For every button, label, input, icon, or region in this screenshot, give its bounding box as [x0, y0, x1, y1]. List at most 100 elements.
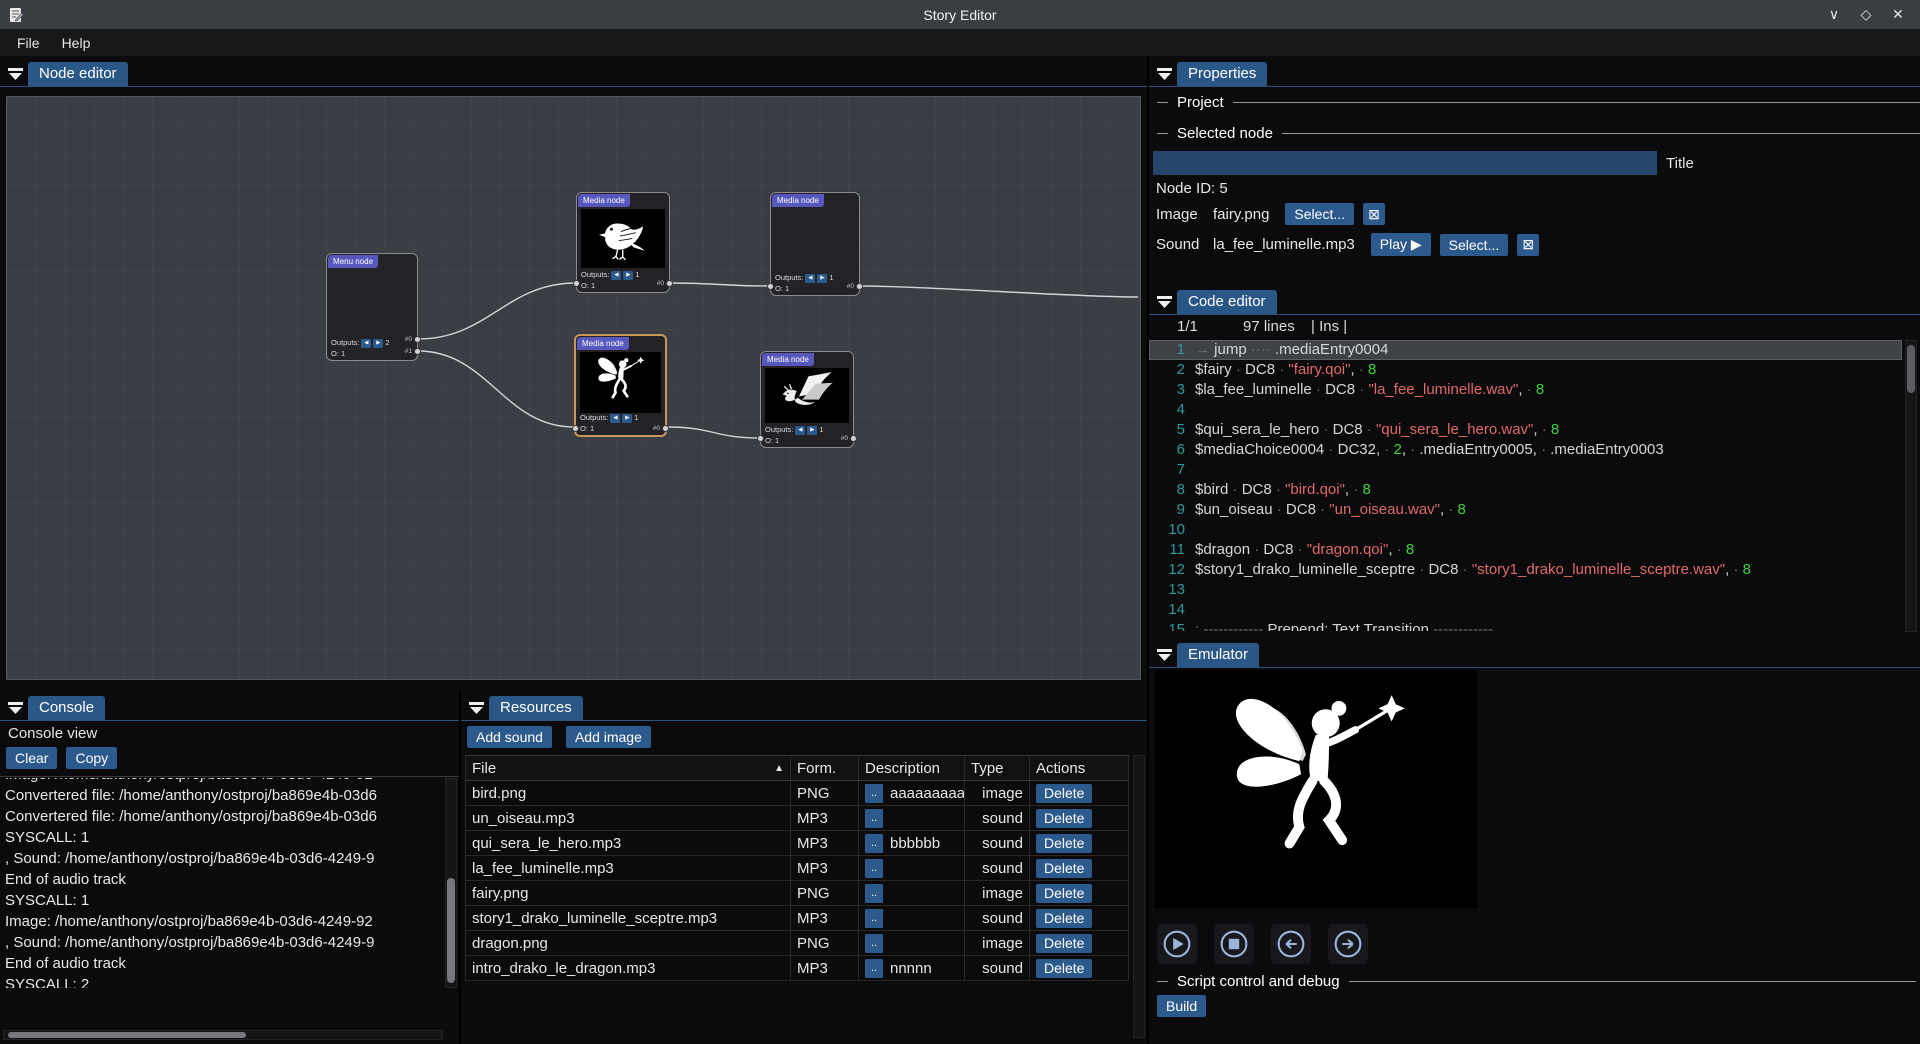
output-port[interactable] — [666, 280, 673, 287]
clear-sound-button[interactable]: ⊠ — [1517, 234, 1539, 256]
menu-help[interactable]: Help — [51, 32, 102, 54]
table-row[interactable]: dragon.pngPNG..imageDelete — [465, 931, 1129, 956]
code-line[interactable]: 11$dragon · DC8 · "dragon.qoi", · 8 — [1149, 540, 1902, 560]
node-canvas[interactable]: Menu nodeOutputs:◀▶2O: 1#0#1 Media nodeOu… — [6, 96, 1141, 680]
column-header-type[interactable]: Type — [965, 756, 1030, 780]
copy-button[interactable]: Copy — [66, 747, 117, 769]
collapse-icon[interactable] — [1157, 68, 1172, 81]
column-header-description[interactable]: Description — [859, 756, 965, 780]
input-port[interactable] — [573, 280, 580, 287]
table-row[interactable]: un_oiseau.mp3MP3..soundDelete — [465, 806, 1129, 831]
output-port[interactable] — [414, 336, 421, 343]
edit-description-button[interactable]: .. — [865, 909, 883, 928]
table-row[interactable]: bird.pngPNG..aaaaaaaaaimageDelete — [465, 781, 1129, 806]
tab-resources[interactable]: Resources — [489, 696, 583, 720]
play-button[interactable] — [1157, 924, 1197, 964]
clear-button[interactable]: Clear — [6, 747, 57, 769]
close-button[interactable]: ✕ — [1886, 4, 1910, 26]
collapse-icon[interactable] — [8, 68, 23, 81]
select-image-button[interactable]: Select... — [1285, 203, 1354, 225]
menu-file[interactable]: File — [6, 32, 51, 54]
console-log[interactable]: Image: /home/anthony/ostproj/ba869e4b-03… — [5, 778, 441, 988]
title-input[interactable] — [1153, 151, 1657, 175]
output-port[interactable] — [662, 425, 669, 432]
tab-console[interactable]: Console — [28, 696, 105, 720]
add-image-button[interactable]: Add image — [566, 726, 651, 748]
node-dragon[interactable]: Media nodeOutputs:◀▶1O: 1#0 — [760, 351, 854, 448]
code-line[interactable]: 12$story1_drako_luminelle_sceptre · DC8 … — [1149, 560, 1902, 580]
decrement-outputs-button[interactable]: ◀ — [610, 414, 620, 423]
play-sound-button[interactable]: Play ▶ — [1371, 233, 1431, 256]
minimize-button[interactable]: ∨ — [1822, 4, 1846, 26]
edit-description-button[interactable]: .. — [865, 959, 883, 978]
delete-button[interactable]: Delete — [1036, 884, 1092, 903]
input-port[interactable] — [757, 435, 764, 442]
increment-outputs-button[interactable]: ▶ — [373, 339, 383, 348]
select-sound-button[interactable]: Select... — [1440, 234, 1509, 256]
edit-description-button[interactable]: .. — [865, 834, 883, 853]
code-line[interactable]: 5$qui_sera_le_hero · DC8 · "qui_sera_le_… — [1149, 420, 1902, 440]
delete-button[interactable]: Delete — [1036, 784, 1092, 803]
delete-button[interactable]: Delete — [1036, 934, 1092, 953]
tab-properties[interactable]: Properties — [1177, 62, 1267, 86]
table-row[interactable]: story1_drako_luminelle_sceptre.mp3MP3..s… — [465, 906, 1129, 931]
decrement-outputs-button[interactable]: ◀ — [795, 426, 805, 435]
node-fairy[interactable]: Media nodeOutputs:◀▶1O: 1#0 — [574, 334, 667, 437]
edit-description-button[interactable]: .. — [865, 884, 883, 903]
output-port[interactable] — [850, 435, 857, 442]
build-button[interactable]: Build — [1157, 995, 1206, 1017]
delete-button[interactable]: Delete — [1036, 809, 1092, 828]
collapse-icon[interactable] — [469, 702, 484, 715]
delete-button[interactable]: Delete — [1036, 959, 1092, 978]
scrollbar-thumb[interactable] — [1907, 345, 1915, 393]
collapse-icon[interactable] — [8, 702, 23, 715]
code-line[interactable]: 2$fairy · DC8 · "fairy.qoi", · 8 — [1149, 360, 1902, 380]
increment-outputs-button[interactable]: ▶ — [622, 414, 632, 423]
code-line[interactable]: 7 — [1149, 460, 1902, 480]
tab-code-editor[interactable]: Code editor — [1177, 290, 1277, 314]
code-line[interactable]: 6$mediaChoice0004 · DC32, · 2, · .mediaE… — [1149, 440, 1902, 460]
code-line[interactable]: 10 — [1149, 520, 1902, 540]
collapse-icon[interactable] — [1157, 296, 1172, 309]
scrollbar-thumb[interactable] — [8, 1032, 246, 1038]
tab-node-editor[interactable]: Node editor — [28, 62, 128, 86]
scrollbar-thumb[interactable] — [447, 878, 455, 983]
console-horizontal-scrollbar[interactable] — [3, 1030, 443, 1040]
table-row[interactable]: intro_drako_le_dragon.mp3MP3..nnnnnsound… — [465, 956, 1129, 981]
node-choice[interactable]: Media nodeOutputs:◀▶1O: 1#0 — [770, 192, 860, 296]
edit-description-button[interactable]: .. — [865, 784, 883, 803]
maximize-button[interactable]: ◇ — [1854, 4, 1878, 26]
code-vertical-scrollbar[interactable] — [1905, 340, 1917, 632]
output-port[interactable] — [856, 283, 863, 290]
node-bird[interactable]: Media nodeOutputs:◀▶1O: 1#0 — [576, 192, 670, 293]
decrement-outputs-button[interactable]: ◀ — [805, 274, 815, 283]
code-line[interactable]: 15; ------------ Prepend: Text Transitio… — [1149, 620, 1902, 631]
node-menu[interactable]: Menu nodeOutputs:◀▶2O: 1#0#1 — [326, 253, 418, 361]
column-header-file[interactable]: File▲ — [465, 756, 791, 780]
code-area[interactable]: 1→ jump ···· .mediaEntry00042$fairy · DC… — [1149, 340, 1902, 631]
table-row[interactable]: la_fee_luminelle.mp3MP3..soundDelete — [465, 856, 1129, 881]
delete-button[interactable]: Delete — [1036, 859, 1092, 878]
code-line[interactable]: 3$la_fee_luminelle · DC8 · "la_fee_lumin… — [1149, 380, 1902, 400]
code-line[interactable]: 14 — [1149, 600, 1902, 620]
tab-emulator[interactable]: Emulator — [1177, 643, 1259, 667]
table-row[interactable]: fairy.pngPNG..imageDelete — [465, 881, 1129, 906]
edit-description-button[interactable]: .. — [865, 934, 883, 953]
increment-outputs-button[interactable]: ▶ — [817, 274, 827, 283]
code-line[interactable]: 8$bird · DC8 · "bird.qoi", · 8 — [1149, 480, 1902, 500]
edit-description-button[interactable]: .. — [865, 859, 883, 878]
collapse-icon[interactable] — [1157, 649, 1172, 662]
input-port[interactable] — [767, 283, 774, 290]
increment-outputs-button[interactable]: ▶ — [623, 271, 633, 280]
edit-description-button[interactable]: .. — [865, 809, 883, 828]
resources-vertical-scrollbar[interactable] — [1133, 755, 1145, 1038]
code-line[interactable]: 1→ jump ···· .mediaEntry0004 — [1149, 340, 1902, 360]
stop-button[interactable] — [1214, 924, 1254, 964]
table-row[interactable]: qui_sera_le_hero.mp3MP3..bbbbbbsoundDele… — [465, 831, 1129, 856]
column-header-form[interactable]: Form. — [791, 756, 859, 780]
console-vertical-scrollbar[interactable] — [445, 778, 457, 988]
add-sound-button[interactable]: Add sound — [467, 726, 552, 748]
code-line[interactable]: 4 — [1149, 400, 1902, 420]
delete-button[interactable]: Delete — [1036, 909, 1092, 928]
column-header-actions[interactable]: Actions — [1030, 756, 1129, 780]
